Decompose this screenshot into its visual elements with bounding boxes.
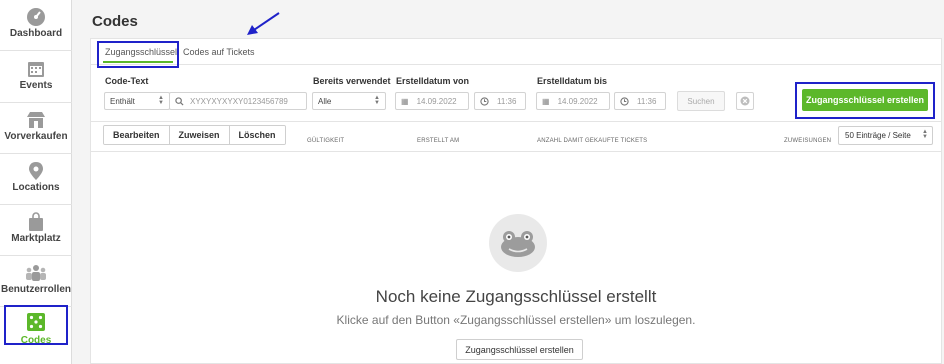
tab-codes-auf-tickets[interactable]: Codes auf Tickets (183, 47, 255, 57)
erstelldatum-bis-time-input[interactable]: 11:36 (614, 92, 666, 110)
sidebar-item-label: Events (19, 80, 53, 91)
empty-state-title: Noch keine Zugangsschlüssel erstellt (375, 287, 657, 306)
search-button[interactable]: Suchen (677, 91, 725, 111)
code-text-mode-value: Enthält (110, 96, 135, 106)
erstelldatum-bis-label: Erstelldatum bis (537, 76, 608, 86)
sidebar: Dashboard Events Vorverkaufen Locations … (0, 0, 72, 364)
annotation-box-codes (4, 305, 68, 345)
column-header-gueltigkeit[interactable]: GÜLTIGKEIT (307, 138, 344, 144)
close-icon (740, 96, 750, 106)
select-caret-icon: ▲ ▼ (922, 129, 928, 140)
main-content: Codes Zugangsschlüssel Codes auf Tickets… (73, 0, 944, 364)
empty-state-create-button[interactable]: Zugangsschlüssel erstellen (456, 339, 583, 360)
location-pin-icon (29, 162, 43, 180)
erstelldatum-bis-date-input[interactable]: ▦ 14.09.2022 (536, 92, 610, 110)
erstelldatum-von-date-input[interactable]: ▦ 14.09.2022 (395, 92, 469, 110)
annotation-box-create (795, 82, 935, 119)
tab-bar: Zugangsschlüssel Codes auf Tickets (91, 39, 941, 65)
per-page-value: 50 Einträge / Seite (845, 131, 911, 140)
erstelldatum-von-time-input[interactable]: 11:36 (474, 92, 526, 110)
clock-icon (620, 96, 629, 106)
users-icon (26, 265, 46, 281)
store-icon (27, 112, 45, 128)
column-header-anzahl-tickets[interactable]: ANZAHL DAMIT GEKAUFTE TICKETS (537, 138, 647, 144)
code-text-label: Code-Text (105, 76, 149, 86)
sidebar-item-vorverkaufen[interactable]: Vorverkaufen (0, 103, 72, 154)
sidebar-item-locations[interactable]: Locations (0, 154, 72, 205)
frog-mascot-icon (489, 214, 547, 272)
shopping-bag-icon (29, 212, 43, 231)
per-page-select[interactable]: 50 Einträge / Seite ▲ ▼ (838, 126, 933, 145)
sidebar-item-dashboard[interactable]: Dashboard (0, 0, 72, 51)
codes-panel: Zugangsschlüssel Codes auf Tickets Code-… (90, 38, 942, 364)
sidebar-item-label: Marktplatz (11, 233, 61, 244)
assign-button[interactable]: Zuweisen (169, 126, 230, 144)
erstelldatum-von-label: Erstelldatum von (396, 76, 470, 86)
bereits-verwendet-value: Alle (318, 96, 332, 106)
bereits-verwendet-label: Bereits verwendet (313, 76, 391, 86)
sidebar-item-label: Dashboard (9, 28, 63, 39)
dashboard-icon (27, 8, 45, 26)
column-header-erstellt-am[interactable]: ERSTELLT AM (417, 138, 459, 144)
bereits-verwendet-select[interactable]: Alle ▲ ▼ (312, 92, 386, 110)
erstelldatum-von-time: 11:36 (497, 96, 517, 106)
calendar-icon (28, 62, 44, 77)
empty-state-subtitle: Klicke auf den Button «Zugangsschlüssel … (336, 313, 696, 327)
erstelldatum-bis-date: 14.09.2022 (557, 96, 598, 106)
clear-filters-button[interactable] (736, 92, 754, 110)
column-header-zuweisungen[interactable]: ZUWEISUNGEN (784, 138, 831, 144)
sidebar-item-label: Vorverkaufen (4, 131, 68, 142)
code-text-mode-select[interactable]: Enthält ▲ ▼ (104, 92, 170, 110)
code-text-placeholder: XYXYXYXYXY0123456789 (190, 96, 288, 106)
bulk-action-group: Bearbeiten Zuweisen Löschen (103, 125, 286, 145)
select-caret-icon: ▲ ▼ (374, 95, 380, 106)
code-text-search-input[interactable]: XYXYXYXYXY0123456789 (169, 92, 307, 110)
calendar-icon: ▦ (542, 96, 550, 106)
sidebar-item-label: Benutzerrollen (0, 284, 71, 295)
divider (91, 151, 941, 152)
divider (91, 121, 941, 122)
search-icon (175, 96, 184, 106)
erstelldatum-bis-time: 11:36 (637, 96, 657, 106)
sidebar-item-label: Locations (12, 182, 60, 193)
erstelldatum-von-date: 14.09.2022 (416, 96, 457, 106)
sidebar-item-marktplatz[interactable]: Marktplatz (0, 205, 72, 256)
delete-button[interactable]: Löschen (229, 126, 285, 144)
clock-icon (480, 96, 489, 106)
sidebar-item-benutzerrollen[interactable]: Benutzerrollen (0, 256, 72, 307)
calendar-icon: ▦ (401, 96, 409, 106)
edit-button[interactable]: Bearbeiten (104, 126, 170, 144)
annotation-arrow-icon (247, 12, 280, 35)
select-caret-icon: ▲ ▼ (158, 95, 164, 106)
sidebar-item-events[interactable]: Events (0, 52, 72, 103)
page-title: Codes (92, 13, 138, 30)
annotation-box-tab (97, 41, 179, 68)
